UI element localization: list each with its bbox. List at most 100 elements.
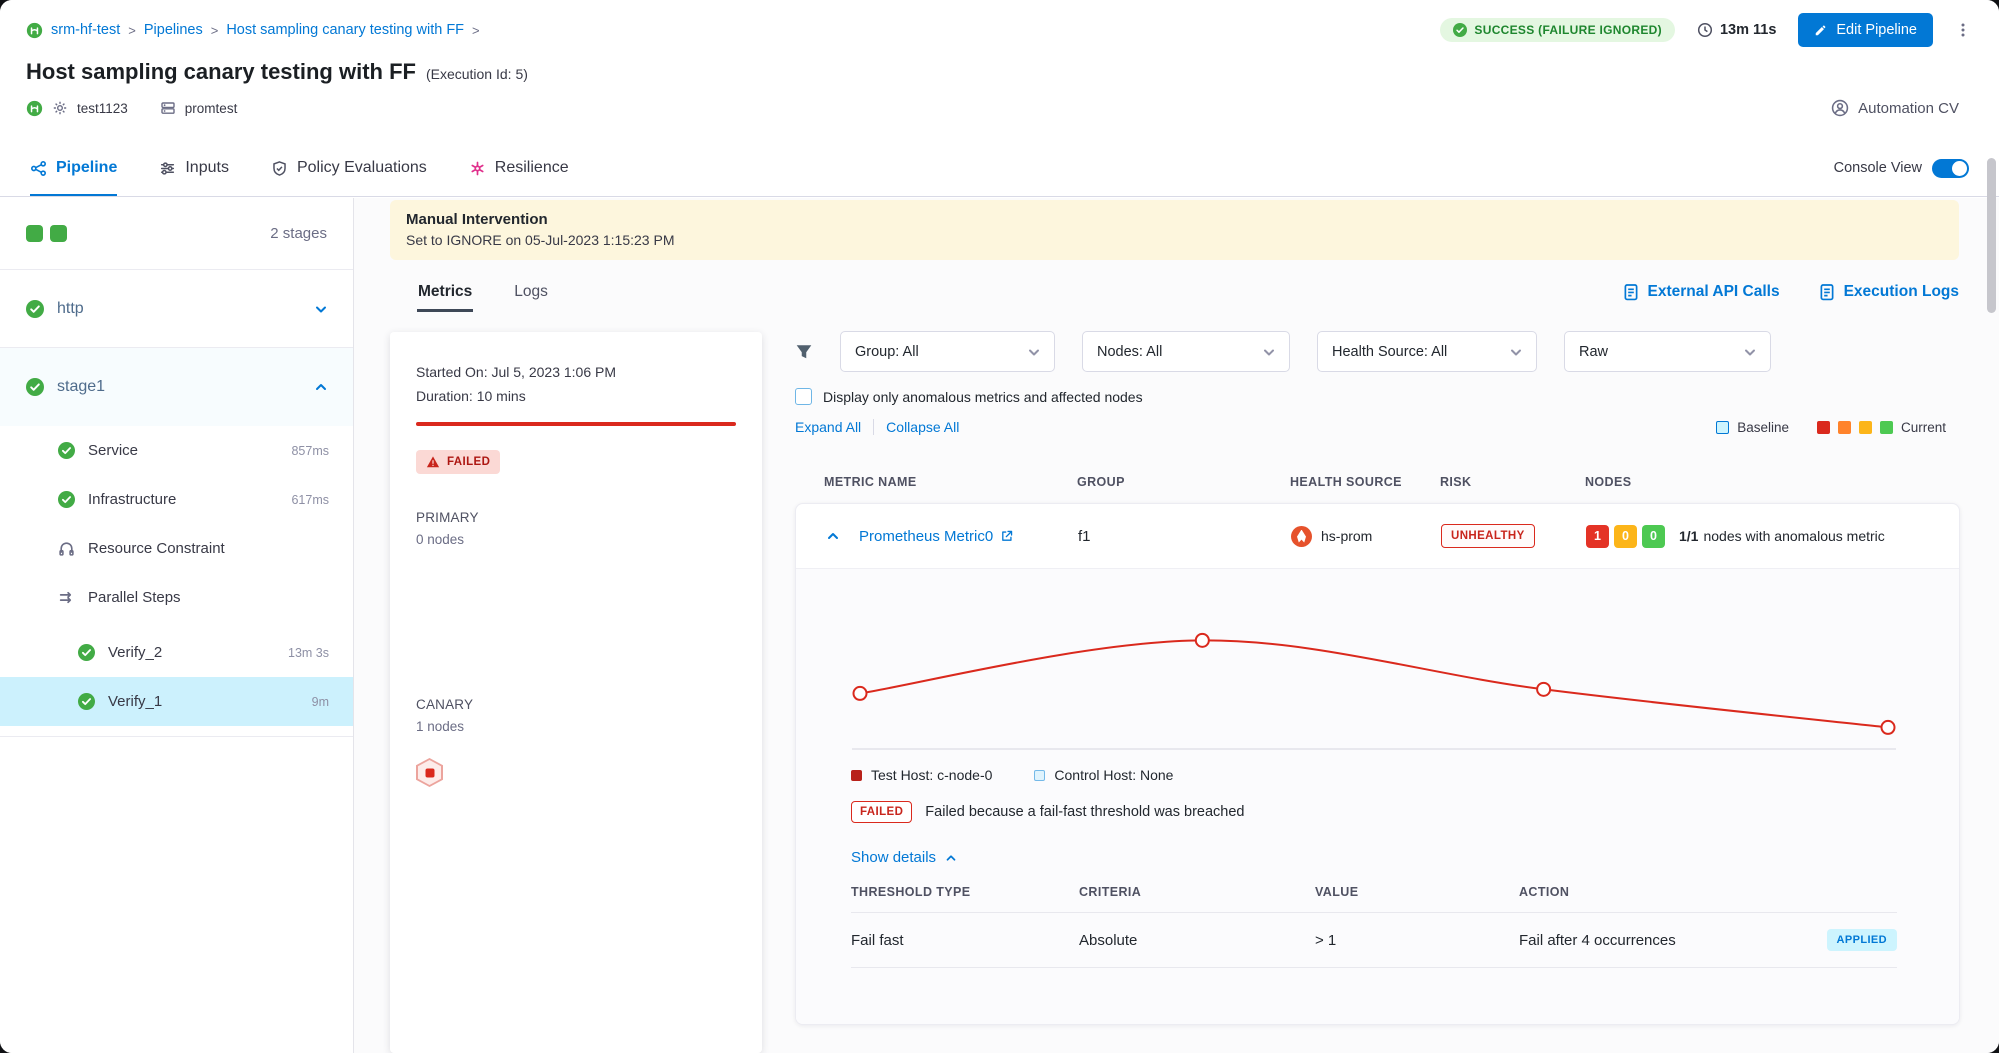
verification-status-label: FAILED xyxy=(447,456,490,468)
edit-pipeline-button[interactable]: Edit Pipeline xyxy=(1798,13,1933,47)
page-title: Host sampling canary testing with FF xyxy=(26,59,416,85)
execution-nav-tabs: Pipeline Inputs Policy Evaluations Resil… xyxy=(0,140,1999,197)
verify-step-tabs: Metrics Logs External API Calls Executio… xyxy=(417,270,1959,314)
execution-graph-sidebar: 2 stages http stage1 Service 857ms Infra… xyxy=(0,198,354,1053)
collapse-all-link[interactable]: Collapse All xyxy=(886,419,959,435)
status-badge-label: SUCCESS (FAILURE IGNORED) xyxy=(1474,23,1662,37)
execution-header: srm-hf-test > Pipelines > Host sampling … xyxy=(0,0,1999,140)
sidebar-step-service[interactable]: Service 857ms xyxy=(0,426,353,475)
control-host-legend: Control Host: None xyxy=(1034,767,1173,783)
tab-resilience[interactable]: Resilience xyxy=(469,140,569,196)
console-view-label: Console View xyxy=(1834,160,1922,176)
step-duration: 9m xyxy=(312,695,329,709)
external-api-calls-label: External API Calls xyxy=(1648,283,1780,301)
col-metric-name: METRIC NAME xyxy=(824,475,1077,489)
applied-badge: APPLIED xyxy=(1827,929,1897,951)
external-api-calls-link[interactable]: External API Calls xyxy=(1622,283,1780,301)
pipeline-icon xyxy=(30,160,47,177)
breadcrumb-separator: > xyxy=(472,23,480,38)
console-view-toggle[interactable] xyxy=(1932,159,1969,178)
chevron-up-icon[interactable] xyxy=(313,379,329,395)
external-link-icon[interactable] xyxy=(1000,529,1014,543)
primary-nodes-count: 0 nodes xyxy=(416,532,736,547)
success-check-icon xyxy=(78,693,95,710)
execution-logs-link[interactable]: Execution Logs xyxy=(1818,283,1959,301)
group-filter-value: Group: All xyxy=(855,344,919,360)
log-document-icon xyxy=(1818,283,1836,301)
health-source-filter-dropdown[interactable]: Health Source: All xyxy=(1317,331,1537,372)
verification-status-badge: FAILED xyxy=(416,450,500,474)
stage-name: http xyxy=(57,300,84,318)
duration: Duration: 10 mins xyxy=(416,384,736,408)
primary-section-label: PRIMARY xyxy=(416,510,736,525)
group-filter-dropdown[interactable]: Group: All xyxy=(840,331,1055,372)
step-duration: 13m 3s xyxy=(288,646,329,660)
stage-name: stage1 xyxy=(57,378,105,396)
metric-name-link[interactable]: Prometheus Metric0 xyxy=(859,528,1078,545)
sidebar-stage-stage1[interactable]: stage1 xyxy=(0,348,353,426)
expand-all-link[interactable]: Expand All xyxy=(795,419,861,435)
pencil-icon xyxy=(1814,23,1828,37)
breadcrumb-pipeline-name-link[interactable]: Host sampling canary testing with FF xyxy=(226,22,464,38)
breadcrumb-separator: > xyxy=(128,23,136,38)
prometheus-icon xyxy=(1291,526,1312,547)
control-host-swatch xyxy=(1034,770,1045,781)
failed-reason-text: Failed because a fail-fast threshold was… xyxy=(925,804,1244,820)
tab-pipeline[interactable]: Pipeline xyxy=(30,140,117,196)
success-check-icon xyxy=(58,442,75,459)
show-details-label: Show details xyxy=(851,849,936,866)
tab-policy-evaluations[interactable]: Policy Evaluations xyxy=(271,140,427,196)
col-action: ACTION xyxy=(1519,885,1897,899)
user-menu[interactable]: Automation CV xyxy=(1831,99,1959,117)
collapse-chevron-up-icon[interactable] xyxy=(825,528,841,544)
step-label: Resource Constraint xyxy=(88,540,225,557)
tab-logs[interactable]: Logs xyxy=(513,272,549,312)
sidebar-step-verify-2[interactable]: Verify_2 13m 3s xyxy=(0,628,353,677)
panel-links: External API Calls Execution Logs xyxy=(1622,283,1960,301)
manual-intervention-banner: Manual Intervention Set to IGNORE on 05-… xyxy=(390,200,1959,260)
project-icon xyxy=(26,22,43,39)
meta-row: test1123 promtest Automation CV xyxy=(0,85,1999,117)
current-red-swatch xyxy=(1817,421,1830,434)
breadcrumb-pipelines-link[interactable]: Pipelines xyxy=(144,22,203,38)
control-host-label: Control Host: None xyxy=(1054,767,1173,783)
sidebar-step-infrastructure[interactable]: Infrastructure 617ms xyxy=(0,475,353,524)
col-value: VALUE xyxy=(1315,885,1519,899)
sidebar-step-verify-1[interactable]: Verify_1 9m xyxy=(0,677,353,726)
show-details-toggle[interactable]: Show details xyxy=(851,849,958,866)
tab-metrics[interactable]: Metrics xyxy=(417,272,473,312)
col-nodes: NODES xyxy=(1585,475,1960,489)
sidebar-stage-http[interactable]: http xyxy=(0,270,353,348)
canary-node-indicator[interactable] xyxy=(416,758,443,787)
nodes-filter-dropdown[interactable]: Nodes: All xyxy=(1082,331,1290,372)
service-tag[interactable]: test1123 xyxy=(77,101,128,116)
environment-tag[interactable]: promtest xyxy=(185,101,238,116)
tab-inputs[interactable]: Inputs xyxy=(159,140,229,196)
vertical-scrollbar-thumb[interactable] xyxy=(1987,158,1996,313)
inputs-icon xyxy=(159,160,176,177)
analysis-reason-row: FAILED Failed because a fail-fast thresh… xyxy=(851,801,1897,823)
threshold-table-header: THRESHOLD TYPE CRITERIA VALUE ACTION xyxy=(851,885,1897,913)
threshold-row: Fail fast Absolute > 1 Fail after 4 occu… xyxy=(851,913,1897,968)
health-source-name: hs-prom xyxy=(1321,528,1372,544)
environment-icon xyxy=(160,100,176,116)
test-host-swatch xyxy=(851,770,862,781)
sidebar-step-resource-constraint[interactable]: Resource Constraint xyxy=(0,524,353,573)
metric-row[interactable]: Prometheus Metric0 f1 hs-prom UNHEALTHY … xyxy=(796,504,1959,568)
data-mode-dropdown[interactable]: Raw xyxy=(1564,331,1771,372)
anomalous-node-dot xyxy=(425,768,434,777)
filter-funnel-icon[interactable] xyxy=(795,343,813,361)
chevron-down-icon xyxy=(1261,344,1277,360)
chevron-down-icon[interactable] xyxy=(313,301,329,317)
service-icon xyxy=(26,100,43,117)
criteria-value: Absolute xyxy=(1079,932,1315,949)
edit-pipeline-label: Edit Pipeline xyxy=(1836,22,1917,38)
anomalous-only-checkbox[interactable] xyxy=(795,388,812,405)
metric-line-chart[interactable] xyxy=(851,591,1897,761)
breadcrumb-project-link[interactable]: srm-hf-test xyxy=(51,22,120,38)
execution-detail-pane: Manual Intervention Set to IGNORE on 05-… xyxy=(354,198,1999,1053)
sidebar-step-parallel-steps[interactable]: Parallel Steps xyxy=(0,573,353,622)
more-options-menu[interactable] xyxy=(1955,22,1971,38)
verification-summary-card: Started On: Jul 5, 2023 1:06 PM Duration… xyxy=(390,332,762,1053)
test-host-legend: Test Host: c-node-0 xyxy=(851,767,992,783)
